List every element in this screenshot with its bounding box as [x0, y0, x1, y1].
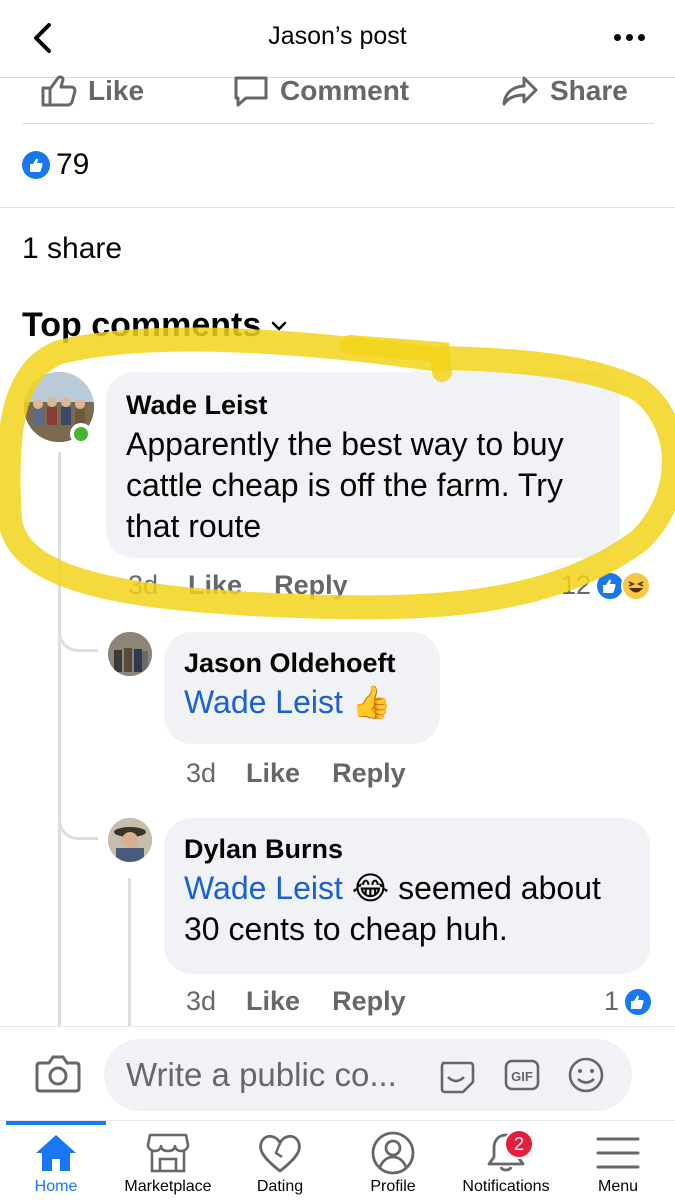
group-photo: [108, 632, 152, 676]
comment-meta: 3d Like Reply: [186, 986, 438, 1017]
avatar-jason-oldehoeft[interactable]: [108, 632, 152, 676]
comment-like-button[interactable]: Like: [246, 986, 300, 1017]
divider: [0, 207, 675, 208]
thread-connector: [58, 800, 98, 840]
comment-input-container[interactable]: GIF: [104, 1039, 632, 1111]
like-button[interactable]: Like: [40, 74, 144, 108]
comment-meta: 3d Like Reply: [186, 758, 438, 789]
tab-profile[interactable]: Profile: [333, 1121, 453, 1200]
thumbs-up-outline-icon: [41, 75, 77, 107]
page-title: Jason’s post: [268, 22, 407, 50]
more-options-button[interactable]: [609, 22, 649, 52]
comment-reaction-count: 1: [603, 986, 619, 1016]
comment-reaction-count: 12: [560, 570, 591, 600]
post-action-bar: Like Comment Share: [22, 66, 654, 124]
mention-link[interactable]: Wade Leist: [184, 870, 343, 906]
comment-bubble[interactable]: Dylan Burns Wade Leist 😂 seemed about 30…: [164, 818, 650, 974]
comment-sort-label: Top comments: [22, 306, 262, 344]
comment-age: 3d: [186, 758, 217, 788]
haha-reaction-icon: [621, 570, 651, 601]
comment-input[interactable]: [126, 1053, 426, 1097]
comment-age: 3d: [186, 986, 217, 1016]
thread-line: [128, 878, 131, 1026]
laughing-emoji: 😂: [351, 870, 390, 906]
thumbs-up-icon: [30, 158, 43, 172]
comment-text: seemed about: [398, 870, 601, 906]
comment-sort-dropdown[interactable]: Top comments: [22, 306, 287, 345]
thumbs-up-emoji: 👍: [351, 684, 392, 720]
sticker-icon[interactable]: [436, 1055, 476, 1095]
tab-label: Menu: [597, 1178, 639, 1195]
tab-label: Dating: [256, 1178, 304, 1195]
comment-reactions[interactable]: 1: [604, 986, 653, 1017]
comment-like-button[interactable]: Like: [188, 570, 242, 601]
comment-text: 30 cents to cheap huh.: [184, 911, 508, 947]
share-count[interactable]: 1 share: [22, 232, 122, 266]
tab-label: Home: [34, 1178, 78, 1195]
share-button[interactable]: Share: [500, 74, 628, 108]
tab-label: Profile: [370, 1178, 416, 1195]
camera-icon: [35, 1055, 81, 1093]
marketplace-icon: [146, 1133, 190, 1173]
comment-bubble[interactable]: Wade Leist Apparently the best way to bu…: [106, 372, 620, 558]
profile-photo: [108, 818, 152, 862]
comment-reply-button[interactable]: Reply: [332, 986, 406, 1017]
comment-text: Apparently the best way to buy cattle ch…: [126, 426, 564, 544]
share-label: Share: [550, 75, 628, 106]
camera-button[interactable]: [34, 1051, 82, 1095]
comment-bubble[interactable]: Jason Oldehoeft Wade Leist 👍: [164, 632, 440, 744]
like-label: Like: [88, 75, 145, 106]
notification-badge: 2: [504, 1129, 534, 1159]
comment-button[interactable]: Comment: [232, 74, 409, 108]
tab-home[interactable]: Home: [0, 1121, 116, 1200]
comment-age: 3d: [128, 570, 159, 600]
tab-label: Notifications: [462, 1178, 550, 1195]
comment-reply-button[interactable]: Reply: [332, 758, 406, 789]
share-arrow-icon: [502, 76, 538, 106]
reaction-summary[interactable]: 79: [22, 148, 89, 182]
online-status-indicator: [70, 423, 92, 445]
comment-author[interactable]: Jason Oldehoeft: [184, 646, 420, 680]
menu-icon: [596, 1137, 640, 1169]
dating-heart-icon: [259, 1134, 301, 1173]
gif-icon[interactable]: GIF: [502, 1055, 542, 1095]
tab-dating[interactable]: Dating: [220, 1121, 340, 1200]
avatar-dylan-burns[interactable]: [108, 818, 152, 862]
thread-line: [58, 452, 61, 1026]
profile-icon: [371, 1131, 415, 1175]
comment-author[interactable]: Dylan Burns: [184, 832, 630, 866]
mention-link[interactable]: Wade Leist: [184, 684, 343, 720]
reaction-count: 79: [56, 148, 90, 181]
tab-notifications[interactable]: 2 Notifications: [446, 1121, 566, 1200]
bottom-tab-bar: Home Marketplace Dating Profile 2 Notifi…: [0, 1120, 675, 1200]
tab-label: Marketplace: [124, 1178, 212, 1195]
like-reaction-icon: [623, 986, 653, 1017]
svg-text:GIF: GIF: [511, 1069, 533, 1084]
more-dots-icon: [613, 33, 621, 41]
comment-author[interactable]: Wade Leist: [126, 388, 600, 422]
more-dot: [625, 33, 633, 41]
tab-menu[interactable]: Menu: [558, 1121, 675, 1200]
emoji-icon[interactable]: [566, 1055, 606, 1095]
comment-composer: GIF: [0, 1026, 675, 1120]
comment-label: Comment: [280, 75, 410, 106]
more-dot: [637, 33, 645, 41]
home-icon: [36, 1135, 76, 1171]
chevron-down-icon: [272, 321, 287, 331]
comment-like-button[interactable]: Like: [246, 758, 300, 789]
comment-reactions[interactable]: 12: [561, 570, 651, 601]
thread-connector: [58, 612, 98, 652]
comment-reply-button[interactable]: Reply: [274, 570, 348, 601]
comment-meta: 3d Like Reply: [128, 570, 380, 601]
like-reaction-icon: [22, 151, 50, 179]
tab-marketplace[interactable]: Marketplace: [108, 1121, 228, 1200]
comment-bubble-icon: [234, 76, 268, 107]
